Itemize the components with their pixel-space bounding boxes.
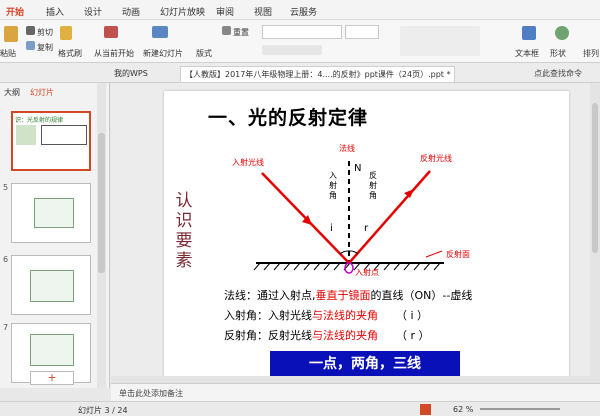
incident-angle-vertical: 入射角 xyxy=(329,171,337,200)
shape-button[interactable]: 形状 xyxy=(550,48,566,59)
zoom-level[interactable]: 62 % xyxy=(453,405,473,414)
menu-bar: 开始 插入 设计 动画 幻灯片放映 审阅 视图 云服务 xyxy=(0,0,600,23)
arrange-button[interactable]: 排列 xyxy=(583,48,599,59)
copy-button[interactable]: 复制 xyxy=(37,42,53,53)
angle-i-label: i xyxy=(330,223,333,234)
tab-cloud[interactable]: 云服务 xyxy=(290,5,317,18)
play-icon[interactable] xyxy=(420,404,431,415)
play-from-current-icon xyxy=(104,26,118,38)
copy-icon xyxy=(26,41,35,50)
tab-slideshow[interactable]: 幻灯片放映 xyxy=(160,5,205,18)
slide-counter: 幻灯片 3 / 24 xyxy=(78,406,128,415)
slide-panel-scrollbar[interactable] xyxy=(97,83,106,388)
document-tab-bar: 我的WPS 【人教版】2017年八年级物理上册：4....的反射》ppt课件（2… xyxy=(0,63,600,83)
from-current-button[interactable]: 从当前开始 xyxy=(94,48,134,59)
thumb-diagram xyxy=(30,334,74,366)
font-size-field[interactable] xyxy=(345,25,379,39)
layout-button[interactable]: 版式 xyxy=(196,48,212,59)
cut-button[interactable]: 剪切 xyxy=(37,27,53,38)
ribbon: 粘贴 剪切 复制 格式刷 从当前开始 新建幻灯片 版式 重置 文本框 形状 排列 xyxy=(0,20,600,63)
angle-r-label: r xyxy=(364,223,369,234)
add-slide-button[interactable]: + xyxy=(30,371,74,385)
tab-review[interactable]: 审阅 xyxy=(216,5,234,18)
reflecting-surface-label: 反射面 xyxy=(446,250,470,259)
definition-incident-angle: 入射角：入射光线与法线的夹角（ i ） xyxy=(224,309,429,322)
format-painter-button[interactable]: 格式刷 xyxy=(58,48,82,59)
scroll-thumb[interactable] xyxy=(592,103,598,253)
thumb-image xyxy=(16,125,36,145)
slide-thumbnail-6[interactable] xyxy=(11,255,91,315)
shape-icon xyxy=(555,26,569,40)
paragraph-group[interactable] xyxy=(400,26,480,56)
new-slide-button[interactable]: 新建幻灯片 xyxy=(143,48,183,59)
textbox-icon xyxy=(522,26,536,40)
incidence-point-label: 入射点 xyxy=(355,268,379,277)
tab-current-document[interactable]: 【人教版】2017年八年级物理上册：4....的反射》ppt课件（24页）.pp… xyxy=(180,66,456,82)
tab-my-wps[interactable]: 我的WPS xyxy=(110,66,152,82)
summary-banner: 一点，两角，三线 xyxy=(270,351,460,377)
cut-icon xyxy=(26,26,35,35)
canvas-vertical-scrollbar[interactable] xyxy=(590,83,600,383)
tab-design[interactable]: 设计 xyxy=(84,5,102,18)
tab-view[interactable]: 视图 xyxy=(254,5,272,18)
font-style-group[interactable] xyxy=(262,45,322,55)
paste-icon[interactable] xyxy=(4,26,18,42)
zoom-slider[interactable] xyxy=(480,408,560,410)
font-name-field[interactable] xyxy=(262,25,342,39)
thumb-diagram xyxy=(30,270,74,302)
notes-pane[interactable]: 单击此处添加备注 xyxy=(111,383,600,401)
tab-slides[interactable]: 幻灯片 xyxy=(30,87,54,98)
scroll-thumb[interactable] xyxy=(98,133,105,273)
thumb-table xyxy=(41,125,87,145)
reflected-ray-label: 反射光线 xyxy=(420,154,452,163)
command-search[interactable]: 点此查找命令 xyxy=(530,66,586,82)
tab-insert[interactable]: 插入 xyxy=(46,5,64,18)
slide-thumbnail-5[interactable] xyxy=(11,183,91,243)
tab-outline[interactable]: 大纲 xyxy=(4,87,20,98)
incident-ray-label: 入射光线 xyxy=(232,158,264,167)
tab-animation[interactable]: 动画 xyxy=(122,5,140,18)
reset-button[interactable]: 重置 xyxy=(233,27,249,38)
thumb-diagram xyxy=(34,198,74,228)
slide-thumbnail-4[interactable]: 识：光反射的规律 xyxy=(11,111,91,171)
tab-home[interactable]: 开始 xyxy=(3,5,27,23)
thumb-title: 识：光反射的规律 xyxy=(15,117,64,124)
canvas-horizontal-scrollbar[interactable] xyxy=(111,376,600,383)
new-slide-icon xyxy=(152,26,168,38)
slide[interactable]: 一、光的反射定律 认识要素 入射光线 反射光线 法线 N 入射角 反射角 i r… xyxy=(164,91,569,383)
status-bar: 幻灯片 3 / 24 62 % xyxy=(0,401,600,416)
slide-canvas: 一、光的反射定律 认识要素 入射光线 反射光线 法线 N 入射角 反射角 i r… xyxy=(111,83,600,383)
n-label: N xyxy=(354,163,362,174)
textbox-button[interactable]: 文本框 xyxy=(515,48,539,59)
reflection-angle-vertical: 反射角 xyxy=(369,171,377,200)
definition-normal: 法线：通过入射点,垂直于镜面的直线（ON）--虚线 xyxy=(224,289,473,302)
format-painter-icon xyxy=(60,26,72,40)
slide-number: 6 xyxy=(3,255,9,264)
reset-icon xyxy=(222,26,231,35)
definition-reflection-angle: 反射角：反射光线与法线的夹角（ r ） xyxy=(224,329,430,342)
paste-button[interactable]: 粘贴 xyxy=(0,48,16,59)
slide-number: 7 xyxy=(3,323,9,332)
slide-panel: 大纲 幻灯片 识：光反射的规律 5 6 7 + xyxy=(0,83,110,388)
slide-number: 5 xyxy=(3,183,9,192)
normal-label: 法线 xyxy=(339,144,355,153)
